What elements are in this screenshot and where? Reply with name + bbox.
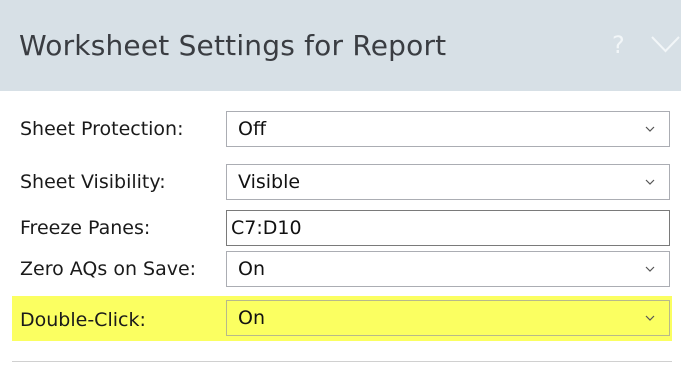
question-mark-icon[interactable]: ? <box>612 30 625 60</box>
sheet-visibility-value: Visible <box>238 171 301 193</box>
sheet-visibility-label: Sheet Visibility: <box>20 171 166 193</box>
freeze-panes-label: Freeze Panes: <box>20 217 151 239</box>
double-click-value: On <box>238 307 265 329</box>
chevron-down-icon <box>645 315 655 321</box>
chevron-down-icon[interactable] <box>650 33 681 57</box>
chevron-down-icon <box>645 126 655 132</box>
sheet-visibility-dropdown[interactable]: Visible <box>226 164 670 200</box>
zero-aqs-dropdown[interactable]: On <box>226 251 670 287</box>
zero-aqs-label: Zero AQs on Save: <box>20 258 197 280</box>
zero-aqs-value: On <box>238 258 265 280</box>
chevron-down-icon <box>645 266 655 272</box>
panel-header: Worksheet Settings for Report ? <box>0 0 681 91</box>
freeze-panes-input[interactable]: C7:D10 <box>226 210 670 246</box>
double-click-label: Double-Click: <box>20 309 146 331</box>
chevron-down-icon <box>645 179 655 185</box>
worksheet-settings-panel: Worksheet Settings for Report ? Sheet Pr… <box>0 0 681 371</box>
double-click-dropdown[interactable]: On <box>226 300 670 336</box>
sheet-protection-value: Off <box>238 118 267 140</box>
freeze-panes-value: C7:D10 <box>231 217 302 239</box>
sheet-protection-dropdown[interactable]: Off <box>226 111 670 147</box>
divider <box>12 361 672 362</box>
panel-title: Worksheet Settings for Report <box>19 29 447 62</box>
sheet-protection-label: Sheet Protection: <box>20 118 184 140</box>
